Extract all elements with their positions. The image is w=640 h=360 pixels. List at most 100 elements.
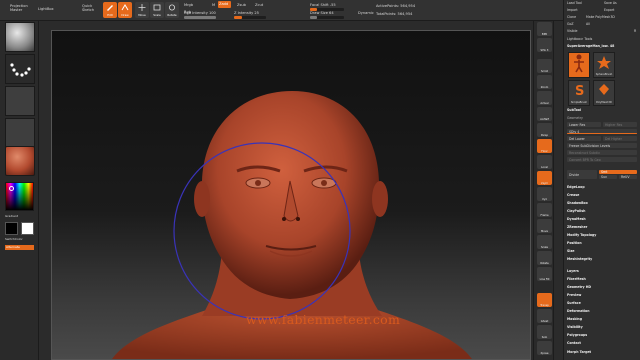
scale-button[interactable]: Scale [150,2,164,18]
geometry-hd-section[interactable]: Geometry HD [567,285,591,289]
subtool-section[interactable]: SubTool [567,108,581,112]
tool-thumb-superaverageman[interactable] [568,52,590,78]
del-lower-button[interactable]: Del Lower [567,136,601,141]
meshintegrity-section[interactable]: MeshIntegrity [567,257,592,261]
freeze-subdivision-button[interactable]: Freeze SubDivision Levels [567,143,637,148]
xyz-button[interactable]: Xyz [537,187,552,201]
stroke-thumbnail[interactable] [5,54,35,84]
lightbox-tools-button[interactable]: Lightbox> Tools [567,37,592,41]
rgb-intensity-slider[interactable] [184,16,216,19]
claypolish-section[interactable]: ClayPolish [567,209,585,213]
spix-button[interactable]: SPix 3 [537,38,552,52]
tool-thumb-simple[interactable]: S SimpleBrush [568,80,590,106]
clone-button[interactable]: Clone [567,15,576,19]
shadowbox-section[interactable]: ShadowBox [567,201,588,205]
reconstruct-subdiv-button[interactable]: Reconstruct Subdiv [567,150,637,155]
mrgb-button[interactable]: Mrgb [184,3,193,7]
crease-section[interactable]: Crease [567,193,579,197]
geometry-section[interactable]: Geometry [567,116,583,120]
zsub-button[interactable]: Zsub [237,3,246,7]
deformation-section[interactable]: Deformation [567,309,590,313]
size-section[interactable]: Size [567,249,574,253]
scale-view-button[interactable]: Scale [537,235,552,249]
zremesher-section[interactable]: ZRemesher [567,225,587,229]
texture-thumbnail[interactable] [5,118,35,148]
r-button[interactable]: R [634,29,636,33]
material-thumbnail[interactable] [5,146,35,176]
floor-button[interactable]: Floor [537,139,552,153]
actual-button[interactable]: Actual [537,91,552,105]
visibility-section[interactable]: Visibility [567,325,583,329]
move-button[interactable]: Move [135,2,149,18]
lightbox-button[interactable]: LightBox [38,7,54,11]
zadd-button[interactable]: Zadd [218,1,231,8]
surface-section[interactable]: Surface [567,301,581,305]
sdiv-slider[interactable]: SDiv 4 [567,129,637,134]
smt-toggle[interactable]: Smt [599,170,637,174]
persp-button[interactable]: Persp [537,123,552,137]
load-tool-button[interactable]: Load Tool [567,1,582,5]
goz-button[interactable]: GoZ [567,22,574,26]
convert-bpr-button[interactable]: Convert BPR To Geo [567,157,637,162]
morph-target-section[interactable]: Morph Target [567,350,591,354]
tool-thumb-polymesh[interactable]: PolyMesh3D [593,80,615,106]
edgeloop-section[interactable]: EdgeLoop [567,185,585,189]
document-canvas[interactable] [51,30,531,360]
fibermesh-section[interactable]: FiberMesh [567,277,586,281]
z-intensity-slider[interactable] [234,16,266,19]
preview-section[interactable]: Preview [567,293,581,297]
position-section[interactable]: Position [567,241,582,245]
alpha-thumbnail[interactable] [5,86,35,116]
save-as-button[interactable]: Save As [604,1,617,5]
m-button[interactable]: M [212,3,215,7]
secondary-color-swatch[interactable] [21,222,34,235]
alternate-button[interactable]: Alternate [5,245,34,250]
color-picker-handle[interactable] [9,186,14,191]
modify-topology-section[interactable]: Modify Topology [567,233,596,237]
zcut-button[interactable]: Zcut [255,3,263,7]
move-view-button[interactable]: Move [537,219,552,233]
divide-button[interactable]: Divide [567,170,597,179]
visible-button[interactable]: Visible [567,29,577,33]
tool-thumb-sphere[interactable]: SphereBrush [593,52,615,78]
solo-button[interactable]: Solo [537,325,552,339]
main-color-swatch[interactable] [5,222,18,235]
brush-thumbnail[interactable] [5,22,35,52]
scroll-button[interactable]: Scroll [537,59,552,73]
del-higher-button[interactable]: Del Higher [603,136,637,141]
polygroups-section[interactable]: Polygroups [567,333,587,337]
quick-sketch-button[interactable]: Quick Sketch [82,4,96,12]
xpose-button[interactable]: Xpose [537,341,552,355]
make-polymesh-button[interactable]: Make PolyMesh3D [586,15,615,19]
rotate-button[interactable]: Rotate [165,2,179,18]
draw-button[interactable]: Draw [118,2,132,18]
masking-section[interactable]: Masking [567,317,582,321]
frame-button[interactable]: Frame [537,203,552,217]
layers-section[interactable]: Layers [567,269,579,273]
ghost-button[interactable]: Ghost [537,309,552,323]
dynamesh-section[interactable]: DynaMesh [567,217,586,221]
local-button[interactable]: Local [537,155,552,169]
all-button[interactable]: All [586,22,590,26]
transp-button[interactable]: Transp [537,293,552,307]
linefill-button[interactable]: Line Fill [537,267,552,281]
sculpt-viewport[interactable] [52,31,530,359]
projection-master-button[interactable]: Projection Master [10,4,32,12]
rotate-view-button[interactable]: Rotate [537,251,552,265]
lower-res-button[interactable]: Lower Res [567,122,601,127]
aahalf-button[interactable]: AAHalf [537,107,552,121]
higher-res-button[interactable]: Higher Res [603,122,637,127]
lsym-button[interactable]: LSym [537,171,552,185]
reuv-toggle[interactable]: ReUV [619,175,637,179]
import-button[interactable]: Import [567,8,578,12]
zoom-button[interactable]: Zoom [537,75,552,89]
contact-section[interactable]: Contact [567,341,581,345]
bpr-button[interactable]: BPR [537,22,552,36]
draw-size-slider[interactable] [310,16,344,19]
dynamic-button[interactable]: Dynamic [358,11,374,15]
export-button[interactable]: Export [604,8,614,12]
suv-toggle[interactable]: Suv [599,175,617,179]
gradient-label[interactable]: Gradient [5,214,18,218]
switch-color-label[interactable]: SwitchColor [5,237,23,241]
edit-button[interactable]: Edit [103,2,117,18]
